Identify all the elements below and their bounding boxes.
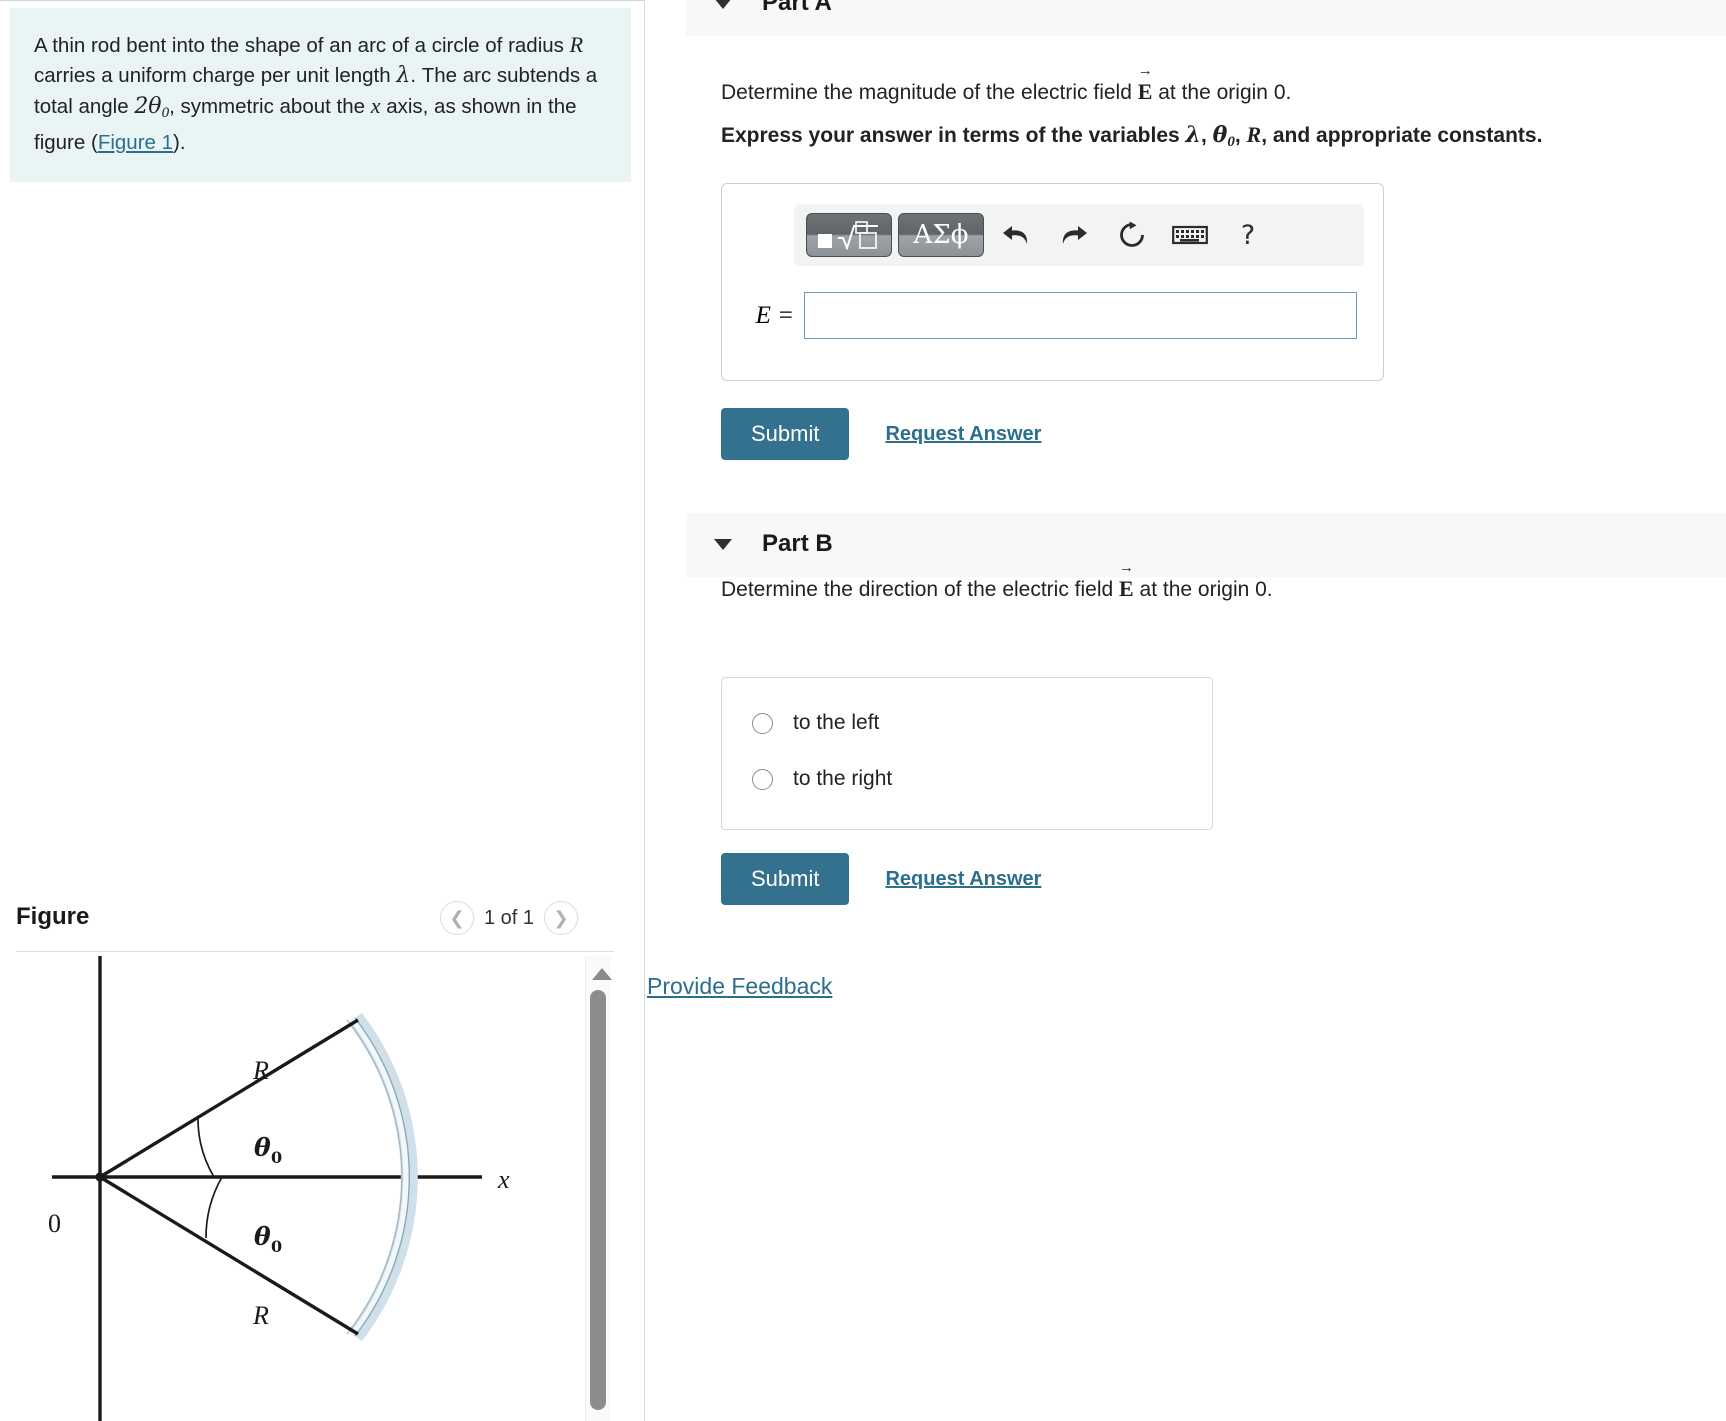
part-a-question-post: at the origin 0. <box>1152 81 1292 104</box>
caret-down-icon[interactable] <box>714 539 732 550</box>
instruction-sep-2: , <box>1234 124 1247 147</box>
figure-panel-title: Figure <box>16 903 90 930</box>
radius-line-bottom <box>99 1175 359 1336</box>
equation-row: E = <box>744 292 1357 339</box>
top-scroll-stub <box>0 0 645 6</box>
radio-circle-icon[interactable] <box>752 712 773 734</box>
instruction-var-theta: θ <box>1212 122 1228 148</box>
angle-arc-top <box>197 1118 215 1178</box>
page-root: A thin rod bent into the shape of an arc… <box>0 0 1726 1421</box>
left-panel: A thin rod bent into the shape of an arc… <box>0 0 645 1421</box>
part-a-label: Part A <box>762 0 832 16</box>
instruction-post: , and appropriate constants. <box>1261 124 1543 147</box>
undo-glyph <box>1003 226 1028 244</box>
reset-icon[interactable] <box>1106 213 1158 257</box>
label-theta0-bottom: θ <box>254 1222 271 1251</box>
angle-arc-bottom <box>205 1176 223 1239</box>
figure-body: R R θ 0 θ 0 0 x <box>0 956 645 1421</box>
instruction-pre: Express your answer in terms of the vari… <box>721 124 1186 147</box>
radio-option-label: to the right <box>793 767 893 790</box>
part-a-request-answer-link[interactable]: Request Answer <box>885 423 1041 446</box>
instruction-sep-1: , <box>1200 124 1213 147</box>
radio-option-to-the-left[interactable]: to the left <box>752 711 879 735</box>
part-b-options-card: to the left to the right <box>721 677 1213 830</box>
label-origin: 0 <box>48 1209 61 1238</box>
right-panel: Part A Determine the magnitude of the el… <box>645 0 1726 1421</box>
vector-arrow-icon: → <box>1119 560 1135 576</box>
provide-feedback-link[interactable]: Provide Feedback <box>647 973 832 1000</box>
figure-navigation: ❮ 1 of 1 ❯ <box>440 901 579 935</box>
label-theta0-bottom-subscript: 0 <box>271 1237 282 1256</box>
keyboard-icon[interactable] <box>1164 213 1216 257</box>
instruction-var-R: R <box>1246 122 1262 147</box>
problem-text-6: ). <box>173 131 186 155</box>
part-a-header[interactable]: Part A <box>686 0 1726 36</box>
part-a-submit-button[interactable]: Submit <box>721 408 850 460</box>
variable-2theta-subscript: 0 <box>161 105 170 122</box>
radio-option-label: to the left <box>793 711 880 734</box>
vector-E-letter: E <box>1119 576 1134 601</box>
problem-text-2: carries a uniform charge per unit length <box>34 64 397 87</box>
triangle-up-icon[interactable] <box>592 968 612 980</box>
part-a-actions: Submit Request Answer <box>721 408 1041 460</box>
label-x-axis: x <box>497 1165 510 1194</box>
template-math-icon[interactable] <box>806 213 892 257</box>
radio-option-to-the-right[interactable]: to the right <box>752 767 892 791</box>
equation-label: E = <box>755 301 794 329</box>
variable-2theta: 2θ <box>134 94 162 119</box>
part-b-question-pre: Determine the direction of the electric … <box>721 578 1120 601</box>
vector-E-letter: E <box>1137 79 1153 104</box>
part-b-label: Part B <box>762 530 833 557</box>
label-theta0-top: θ <box>254 1133 271 1162</box>
greek-symbols-button[interactable]: ΑΣϕ <box>898 213 984 257</box>
vector-arrow-icon: → <box>1137 63 1153 79</box>
radius-line-top <box>99 1018 359 1179</box>
part-b-actions: Submit Request Answer <box>721 853 1041 905</box>
template-math-glyph <box>818 221 878 250</box>
figure-divider <box>16 951 614 952</box>
variable-x: x <box>370 93 381 118</box>
caret-down-icon[interactable] <box>714 0 732 9</box>
vector-E-symbol: → E <box>1137 64 1153 107</box>
help-icon[interactable]: ? <box>1222 213 1274 257</box>
undo-icon[interactable] <box>990 213 1042 257</box>
part-a-answer-card: ΑΣϕ ? E = <box>721 183 1384 381</box>
label-R-bottom: R <box>252 1301 269 1330</box>
part-b-question-post: at the origin 0. <box>1133 578 1273 601</box>
figure-counter: 1 of 1 <box>484 906 535 929</box>
variable-lambda: λ <box>396 63 411 88</box>
part-b-question: Determine the direction of the electric … <box>721 561 1273 605</box>
arc-charge-diagram: R R θ 0 θ 0 0 x <box>48 956 510 1421</box>
reset-glyph <box>1120 221 1144 247</box>
part-a-question: Determine the magnitude of the electric … <box>721 64 1292 108</box>
variable-R: R <box>569 32 584 57</box>
figure-header: Figure ❮ 1 of 1 ❯ <box>0 895 645 951</box>
figure-1-link[interactable]: Figure 1 <box>98 131 173 154</box>
instruction-var-theta-subscript: 0 <box>1227 134 1235 151</box>
problem-statement: A thin rod bent into the shape of an arc… <box>10 8 631 183</box>
origin-point <box>95 1172 105 1182</box>
figure-scrollbar-thumb[interactable] <box>590 990 606 1410</box>
answer-input[interactable] <box>804 292 1357 339</box>
problem-text-4: , symmetric about the <box>169 95 371 118</box>
chevron-right-icon[interactable]: ❯ <box>544 901 579 935</box>
part-b-submit-button[interactable]: Submit <box>721 853 850 905</box>
redo-icon[interactable] <box>1048 213 1100 257</box>
label-theta0-top-subscript: 0 <box>271 1148 282 1167</box>
redo-glyph <box>1062 226 1087 244</box>
vector-E-symbol: → E <box>1119 561 1134 604</box>
label-R-top: R <box>252 1056 269 1085</box>
math-toolbar: ΑΣϕ ? <box>794 204 1364 266</box>
part-a-instruction: Express your answer in terms of the vari… <box>721 120 1542 157</box>
radio-circle-icon[interactable] <box>752 768 773 790</box>
keyboard-glyph <box>1172 225 1208 245</box>
part-a-question-pre: Determine the magnitude of the electric … <box>721 81 1138 104</box>
chevron-left-icon[interactable]: ❮ <box>440 901 474 935</box>
instruction-var-lambda: λ <box>1185 122 1201 148</box>
problem-text-1: A thin rod bent into the shape of an arc… <box>34 34 570 57</box>
part-b-request-answer-link[interactable]: Request Answer <box>885 868 1041 891</box>
part-b-header[interactable]: Part B <box>686 513 1726 577</box>
